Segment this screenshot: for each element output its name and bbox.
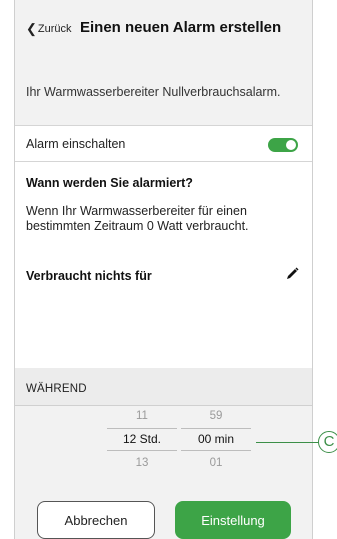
minutes-wheel[interactable]: 59 00 min 01 [181,406,251,473]
minutes-option-prev[interactable]: 59 [181,406,251,426]
minutes-option-next[interactable]: 01 [181,453,251,473]
alarm-toggle-switch[interactable] [268,138,298,152]
hours-wheel[interactable]: 11 12 Std. 13 [107,406,177,473]
page-title: Einen neuen Alarm erstellen [80,19,282,36]
alarm-settings-panel: Alarm einschalten Wann werden Sie alarmi… [15,125,312,368]
callout-marker: C [318,431,337,453]
chevron-left-icon: ❮ [26,21,37,36]
duration-section-header: WÄHREND [15,368,312,406]
alarm-toggle-row: Alarm einschalten [15,125,312,162]
duration-label: WÄHREND [26,383,87,395]
callout-leader-line [256,442,320,443]
cancel-button[interactable]: Abbrechen [37,501,155,539]
alarm-toggle-label: Alarm einschalten [26,137,126,151]
confirm-button[interactable]: Einstellung [175,501,291,539]
app-screen: ❮ Zurück Einen neuen Alarm erstellen Ihr… [14,0,313,539]
back-label: Zurück [37,22,72,35]
notify-heading: Wann werden Sie alarmiert? [26,176,193,190]
pencil-icon[interactable] [284,266,300,282]
header: ❮ Zurück Einen neuen Alarm erstellen Ihr… [15,0,312,138]
page-subtitle: Ihr Warmwasserbereiter Nullverbrauchsala… [26,85,281,99]
duration-picker[interactable]: 11 12 Std. 13 59 00 min 01 [15,406,312,484]
toggle-knob [286,140,296,150]
minutes-option-selected[interactable]: 00 min [181,428,251,451]
notify-description: Wenn Ihr Warmwasserbereiter für einen be… [26,204,249,233]
hours-option-next[interactable]: 13 [107,453,177,473]
consumes-nothing-label: Verbraucht nichts für [26,269,152,283]
back-button[interactable]: ❮ Zurück [26,22,72,35]
hours-option-prev[interactable]: 11 [107,406,177,426]
hours-option-selected[interactable]: 12 Std. [107,428,177,451]
